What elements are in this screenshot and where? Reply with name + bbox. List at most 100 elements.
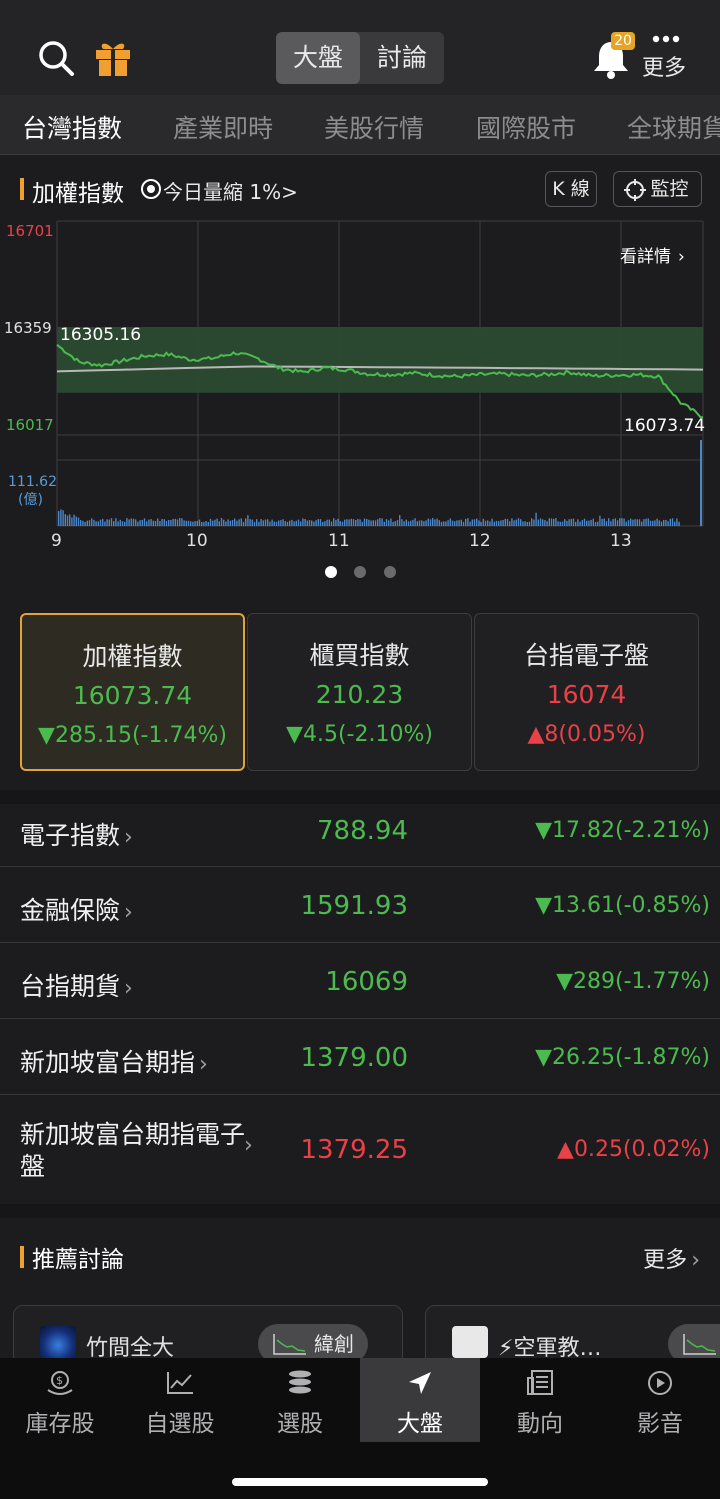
volume-bar [242,521,245,526]
volume-bar [544,520,546,526]
list-item-sgx-electronic[interactable]: 新加坡富台期指電子盤 › 1379.25 ▲0.25(0.02%) [0,1095,720,1203]
tab-taiwan-index[interactable]: 台灣指數 [22,109,122,145]
nav-watchlist[interactable]: 自選股 [120,1358,240,1442]
trend-icon [167,1372,193,1394]
gift-icon[interactable] [93,36,133,80]
more-dots-icon[interactable] [652,34,680,44]
detail-link[interactable]: 看詳情 [620,247,671,267]
nav-video[interactable]: 影音 [600,1358,720,1442]
list-item-sgx-futures[interactable]: 新加坡富台期指 › 1379.00 ▼26.25(-1.87%) [0,1019,720,1095]
volume-bar [247,515,249,526]
volume-bar [586,520,588,526]
volume-bar [429,519,432,526]
news-icon [527,1370,553,1395]
pager-dot[interactable] [325,566,337,578]
volume-bar [513,520,515,526]
volume-bar [366,519,368,526]
tab-international[interactable]: 國際股市 [476,109,576,145]
card-name: 櫃買指數 [309,641,410,670]
volume-bar [168,520,170,526]
moneybag-icon: $ [47,1371,73,1395]
volume-bar [308,520,311,526]
nav-label: 庫存股 [25,1411,95,1437]
pager-dot[interactable] [354,566,366,578]
volume-bar [82,520,84,526]
volume-bar [652,520,654,526]
tab-industry-realtime[interactable]: 產業即時 [173,109,273,145]
volume-bar [665,519,667,526]
volume-bar [62,510,64,526]
intraday-chart[interactable]: 16701 16359 16017 16305.16 16073.74 111.… [0,215,720,555]
nav-screener[interactable]: 選股 [240,1358,360,1442]
volume-bar [341,521,344,526]
volume-bar [330,521,333,526]
volume-bar [300,521,302,526]
volume-bar [271,519,273,526]
volume-bar [623,518,625,526]
index-card-otc[interactable]: 櫃買指數 210.23 ▼4.5(-2.10%) [247,613,472,771]
volume-bar [401,519,403,526]
app-header: 大盤 討論 20 更多 [0,0,720,95]
home-indicator [232,1478,488,1486]
list-item-taiex-futures[interactable]: 台指期貨 › 16069 ▼289(-1.77%) [0,943,720,1019]
index-cards: 加權指數 16073.74 ▼285.15(-1.74%) 櫃買指數 210.2… [0,613,720,771]
row-name: 新加坡富台期指 › [20,1048,208,1077]
mini-chart-icon [683,1334,716,1355]
index-card-taiex[interactable]: 加權指數 16073.74 ▼285.15(-1.74%) [20,613,245,771]
volume-bar [192,521,194,526]
volume-bar [71,517,73,526]
nav-inventory[interactable]: $ 庫存股 [0,1358,120,1442]
volume-bar [572,518,575,526]
volume-bar [498,521,500,526]
volume-bar [671,518,674,526]
volume-bar [465,518,467,526]
volume-note-link[interactable]: 今日量縮 1%> [163,176,298,205]
tab-global-futures[interactable]: 全球期貨 [627,109,720,145]
volume-bar [546,521,548,526]
volume-bar [198,519,201,526]
nav-trends[interactable]: 動向 [480,1358,600,1442]
volume-bar [93,519,95,526]
volume-bar [260,519,262,526]
nav-market[interactable]: 大盤 [360,1358,480,1442]
volume-bar [315,520,317,526]
chart-pager[interactable] [0,566,720,580]
x-label-11: 11 [328,531,350,551]
avatar [452,1326,488,1358]
volume-bar [509,521,511,526]
volume-bar [119,519,121,526]
segment-discussion[interactable]: 討論 [360,32,444,84]
kline-button[interactable]: K 線 [545,171,597,207]
pager-dot[interactable] [384,566,396,578]
volume-bar [427,518,429,526]
tab-us-stocks[interactable]: 美股行情 [324,109,424,145]
segment-market[interactable]: 大盤 [276,32,360,84]
volume-bar [469,521,471,526]
volume-bar [449,518,451,526]
volume-bar [176,519,179,526]
list-item-electronics[interactable]: 電子指數 › 788.94 ▼17.82(-2.21%) [0,804,720,867]
volume-bar [355,520,357,526]
volume-bar [293,521,295,526]
recommend-more-link[interactable]: 更多 › [643,1242,700,1274]
volume-bar [440,521,443,526]
more-button[interactable]: 更多 [642,50,686,82]
volume-bar [172,519,174,526]
market-discussion-toggle[interactable]: 大盤 討論 [276,32,444,84]
card-change: ▼4.5(-2.10%) [286,722,433,747]
volume-bar [385,519,388,526]
monitor-button[interactable]: 監控 [613,171,702,207]
monitor-label: 監控 [650,178,689,200]
search-icon[interactable] [36,36,76,80]
volume-bar [570,519,572,526]
nav-label: 自選股 [145,1411,215,1437]
volume-bar [542,519,544,526]
index-card-electronic-futures[interactable]: 台指電子盤 16074 ▲8(0.05%) [474,613,699,771]
list-item-finance[interactable]: 金融保險 › 1591.93 ▼13.61(-0.85%) [0,867,720,943]
volume-bar [146,521,148,526]
volume-bar [476,518,478,526]
volume-bar [77,517,80,526]
volume-bar [291,519,293,526]
volume-bar [418,520,421,526]
volume-bar [515,519,517,526]
